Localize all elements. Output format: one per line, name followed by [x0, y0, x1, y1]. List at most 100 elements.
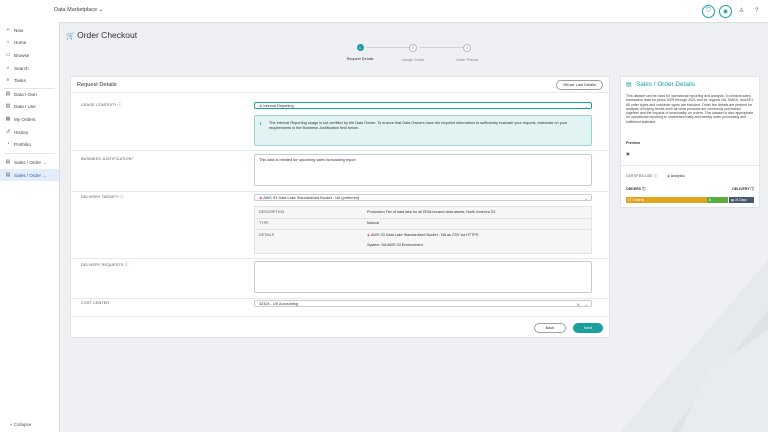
data-use-icon: ▧: [5, 103, 11, 109]
table-key: DESCRIPTION: [259, 210, 285, 214]
step-number: 1: [356, 44, 364, 51]
calendar-icon: ▦: [731, 198, 735, 202]
app-title[interactable]: Data Marketplace ⌄: [54, 7, 103, 13]
divider: [71, 191, 609, 192]
step-order-placed[interactable]: 3 Order Placed: [442, 44, 492, 62]
step-request-details[interactable]: 1 Request Details: [335, 44, 385, 61]
orders-bar-pending: 8: [707, 197, 728, 203]
delivery-label: DELIVERY ⓘ: [732, 187, 755, 191]
dataset-icon: ▤: [626, 82, 632, 88]
table-value: Production Tier of data lake for all EDM…: [367, 210, 496, 214]
delivery-target-select[interactable]: ◉ AWS S3 Data Lake Standardized Bucket -…: [254, 194, 592, 201]
sidebar-item-my-orders[interactable]: ▦ My Orders: [0, 113, 59, 125]
table-key: TYPE: [259, 221, 269, 225]
info-icon[interactable]: ⓘ: [751, 187, 755, 191]
info-icon[interactable]: ⓘ: [118, 103, 122, 107]
table-row: DETAILS ◉ AWS S3 Data Lake Standardized …: [255, 229, 591, 254]
step-number: 3: [463, 44, 471, 52]
checkout-stepper: 1 Request Details 2 Usage Guide 3 Order …: [338, 44, 498, 68]
usage-context-label: USAGE CONTEXT* ⓘ: [81, 103, 122, 107]
search-icon: ⌕: [6, 65, 10, 71]
delivery-requests-label: DELIVERY REQUESTS ⓘ: [81, 263, 129, 267]
info-message-text: The Internal Reporting usage is not cert…: [269, 121, 568, 130]
sidebar-item-sales-order-2[interactable]: ▤ Sales / Order ...: [0, 169, 59, 181]
preview-link[interactable]: Preview: [626, 141, 640, 145]
user-icon[interactable]: ♙: [736, 5, 747, 16]
table-key: DETAILS: [259, 233, 275, 237]
delivery-bar: ▦ 24 Days: [729, 197, 754, 203]
info-icon[interactable]: ⓘ: [124, 263, 128, 267]
collapse-button[interactable]: « Collapse: [10, 422, 31, 427]
sidebar-item-tasks[interactable]: ≡ Tasks: [0, 74, 59, 86]
dataset-description: This dataset can be used for operational…: [626, 94, 754, 124]
divider: [71, 258, 609, 259]
analytics-icon: ◉: [667, 174, 671, 178]
sidebar-divider: [4, 153, 55, 154]
dataset-icon: ▤: [5, 172, 11, 178]
step-label: Request Details: [346, 57, 374, 61]
dataset-details-card: ▤ Sales / Order Details This dataset can…: [620, 76, 760, 208]
step-usage-guide[interactable]: 2 Usage Guide: [388, 44, 438, 62]
certified-use-label: CERTIFIED USE ⓘ: [626, 174, 658, 178]
browse-icon: ▭: [5, 52, 11, 58]
reuse-last-details-button[interactable]: Reuse Last Details: [556, 80, 603, 90]
cost-center-select[interactable]: 32324 - US Accounting ✕ ⌄: [254, 300, 592, 307]
history-icon: ↺: [5, 129, 11, 135]
dataset-title[interactable]: Sales / Order Details: [636, 81, 695, 88]
cost-center-label: COST CENTER: [81, 301, 110, 305]
info-icon[interactable]: ⓘ: [642, 187, 646, 191]
image-icon[interactable]: ▣: [626, 151, 630, 156]
home-icon: ⌂: [6, 39, 10, 45]
sidebar-item-data-i-own[interactable]: ▤ Data I Own: [0, 88, 59, 100]
sidebar-item-browse[interactable]: ▭ Browse: [0, 49, 59, 61]
plus-icon: +: [6, 27, 10, 33]
orders-bar-ordered: 17 Ordered: [626, 197, 707, 203]
cart-icon: 🛒: [66, 33, 75, 40]
step-label: Usage Guide: [401, 58, 425, 62]
sidebar: + New ⌂ Home ▭ Browse ⌕ Search ≡ Tasks ▤ Data …: [0, 22, 60, 432]
divider: [621, 165, 759, 166]
sidebar-item-search[interactable]: ⌕ Search: [0, 62, 59, 74]
orders-icon: ▦: [5, 116, 11, 122]
info-icon[interactable]: ⓘ: [120, 195, 124, 199]
table-value: Manual: [367, 221, 380, 225]
divider: [71, 92, 609, 93]
card-title: Request Details: [77, 82, 117, 88]
delivery-target-details: DESCRIPTION Production Tier of data lake…: [254, 206, 592, 254]
delivery-requests-textarea[interactable]: [254, 261, 592, 293]
dataset-icon: ▤: [5, 159, 11, 165]
cart-icon[interactable]: ⛉: [702, 5, 715, 18]
notification-icon[interactable]: ◉: [719, 5, 732, 18]
certified-use-value: ◉ Analytics: [667, 174, 685, 178]
chevron-down-icon[interactable]: ⌄: [585, 103, 588, 110]
info-icon: ℹ: [260, 121, 262, 126]
chevron-down-icon[interactable]: ⌄: [585, 195, 588, 202]
request-details-card: Request Details Reuse Last Details USAGE…: [70, 76, 610, 338]
status-dot-icon: ◉: [367, 233, 371, 237]
step-number: 2: [409, 44, 417, 52]
status-dot-icon: ◉: [259, 196, 263, 200]
sidebar-item-sales-order-1[interactable]: ▤ Sales / Order ...: [0, 156, 59, 168]
status-dot-icon: ◉: [259, 104, 263, 108]
sidebar-item-new[interactable]: + New: [0, 24, 59, 36]
portfolio-icon: ◔: [6, 141, 10, 147]
info-icon[interactable]: ⓘ: [654, 174, 658, 178]
tasks-icon: ≡: [6, 77, 10, 83]
help-icon[interactable]: ?: [751, 5, 762, 16]
usage-context-select[interactable]: ◉ Internal Reporting ⌄: [254, 102, 592, 109]
orders-label: ORDERS ⓘ: [626, 187, 646, 191]
delivery-target-label: DELIVERY TARGET* ⓘ: [81, 195, 124, 199]
sidebar-item-home[interactable]: ⌂ Home: [0, 36, 59, 48]
sidebar-item-portfolio[interactable]: ◔ Portfolio: [0, 138, 59, 150]
business-justification-label: BUSINESS JUSTIFICATION*: [81, 157, 134, 161]
table-value: System: NA AWS S3 Environment: [367, 243, 423, 247]
business-justification-textarea[interactable]: This data is needed for upcoming sales f…: [254, 154, 592, 186]
page-title: 🛒 Order Checkout: [66, 30, 138, 40]
sidebar-item-history[interactable]: ↺ History: [0, 126, 59, 138]
data-own-icon: ▤: [5, 91, 11, 97]
top-bar: Data Marketplace ⌄ ⛉ ◉ ♙ ?: [0, 0, 768, 23]
background-decoration: [620, 260, 768, 432]
divider: [71, 298, 609, 299]
info-message: ℹ The Internal Reporting usage is not ce…: [254, 115, 592, 146]
sidebar-item-data-i-use[interactable]: ▧ Data I Use: [0, 100, 59, 112]
